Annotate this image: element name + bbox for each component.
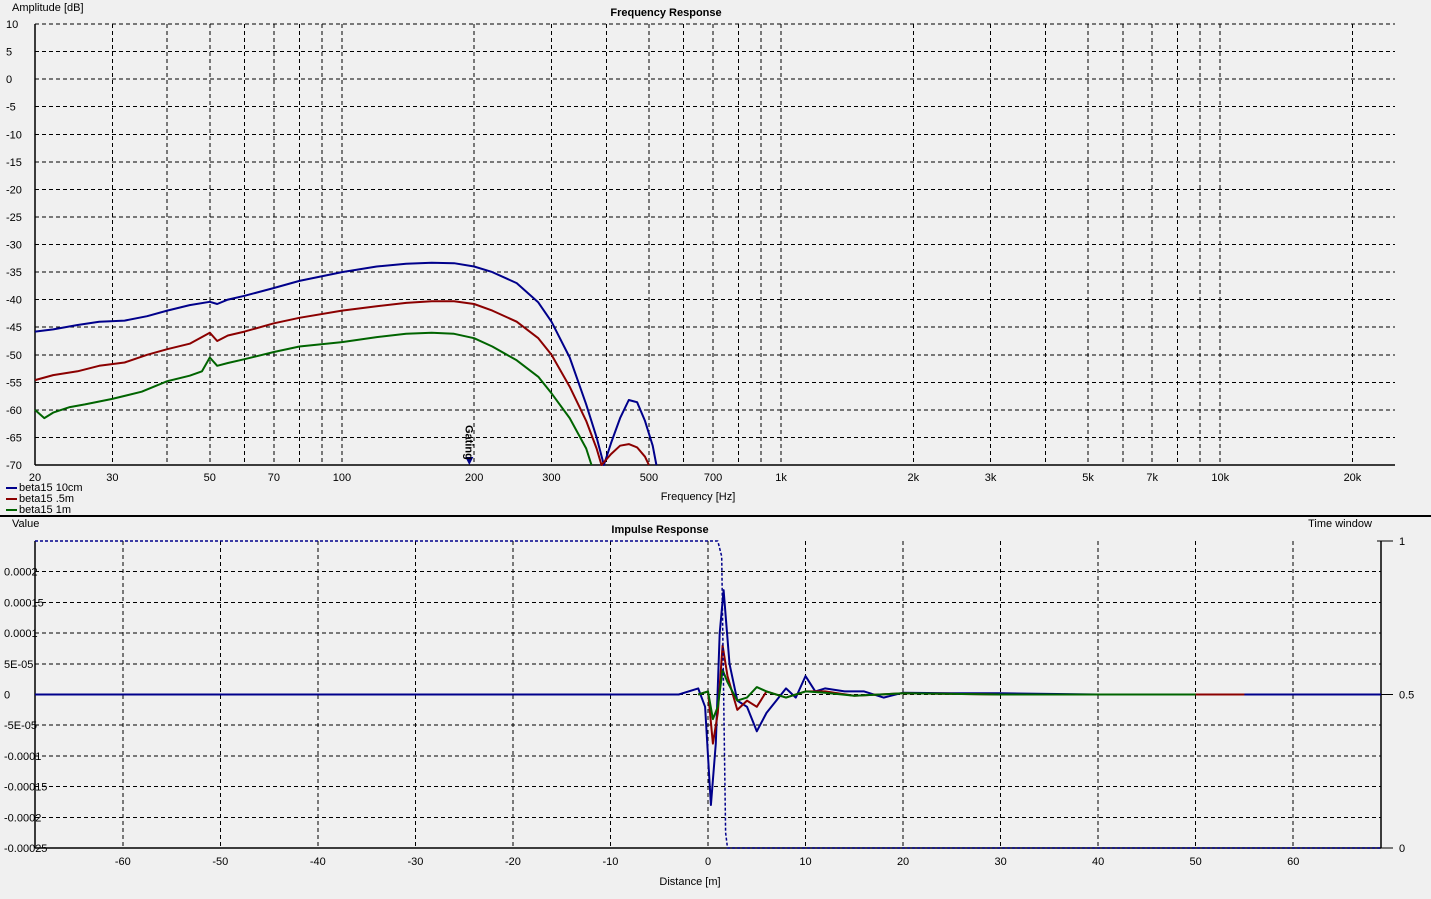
ir-x-tick-label: 50	[1190, 856, 1202, 868]
fr-y-tick-label: -65	[6, 432, 22, 444]
fr-x-tick-label: 20k	[1344, 472, 1362, 484]
fr-y-tick-label: -55	[6, 377, 22, 389]
ir-x-tick-label: 0	[705, 856, 711, 868]
ir-x-tick-label: 10	[799, 856, 811, 868]
fr-x-tick-label: 5k	[1082, 472, 1094, 484]
gating-marker-label: Gating	[462, 425, 474, 460]
fr-y-tick-label: -30	[6, 240, 22, 252]
fr-x-tick-label: 100	[333, 472, 351, 484]
fr-y-tick-label: 5	[6, 47, 12, 59]
ir-x-tick-label: 20	[897, 856, 909, 868]
fr-y-tick-label: -70	[6, 460, 22, 472]
fr-y-tick-label: -35	[6, 267, 22, 279]
fr-y-tick-label: -45	[6, 322, 22, 334]
fr-y-tick-label: -25	[6, 212, 22, 224]
ir-x-tick-label: -10	[603, 856, 619, 868]
ir-x-tick-label: -50	[212, 856, 228, 868]
ir-y-tick-label: 0	[4, 690, 10, 702]
ir-y-tick-label: 0.00015	[4, 597, 44, 609]
ir-x-tick-label: -40	[310, 856, 326, 868]
ir-y2-tick-label: 0.5	[1399, 690, 1414, 702]
fr-y-tick-label: -15	[6, 157, 22, 169]
fr-x-tick-label: 2k	[907, 472, 919, 484]
ir-y2-tick-label: 1	[1399, 536, 1405, 548]
ir-y-tick-label: 0.0002	[4, 567, 38, 579]
ir-y2-tick-label: 0	[1399, 843, 1405, 855]
ir-x-tick-label: -20	[505, 856, 521, 868]
legend-entry-label: beta15 1m	[19, 504, 71, 516]
ir-y-axis-label: Value	[12, 518, 39, 530]
ir-x-tick-label: 40	[1092, 856, 1104, 868]
fr-x-tick-label: 7k	[1146, 472, 1158, 484]
fr-x-tick-label: 10k	[1211, 472, 1229, 484]
fr-x-tick-label: 700	[704, 472, 722, 484]
ir-y-tick-label: -0.00025	[4, 843, 47, 855]
fr-x-tick-label: 1k	[775, 472, 787, 484]
arta-window: Frequency Response Amplitude [dB] Freque…	[0, 0, 1431, 899]
fr-chart-title: Frequency Response	[610, 7, 721, 19]
fr-x-tick-label: 70	[268, 472, 280, 484]
fr-y-axis-label: Amplitude [dB]	[12, 2, 84, 14]
fr-y-tick-label: -10	[6, 129, 22, 141]
fr-y-tick-label: -50	[6, 350, 22, 362]
fr-x-tick-label: 50	[204, 472, 216, 484]
ir-y-tick-label: -5E-05	[4, 720, 37, 732]
fr-y-tick-label: -40	[6, 295, 22, 307]
fr-y-tick-label: -20	[6, 184, 22, 196]
fr-y-tick-label: -5	[6, 102, 16, 114]
fr-y-tick-label: 10	[6, 19, 18, 31]
ir-x-tick-label: 60	[1287, 856, 1299, 868]
fr-y-tick-label: -60	[6, 405, 22, 417]
fr-x-tick-label: 500	[640, 472, 658, 484]
ir-chart-title: Impulse Response	[611, 524, 708, 536]
ir-y2-axis-label: Time window	[1308, 518, 1372, 530]
ir-x-axis-label: Distance [m]	[659, 876, 720, 888]
fr-x-tick-label: 3k	[985, 472, 997, 484]
fr-x-tick-label: 30	[106, 472, 118, 484]
fr-y-tick-label: 0	[6, 74, 12, 86]
ir-y-tick-label: -0.00015	[4, 782, 47, 794]
fr-x-tick-label: 300	[542, 472, 560, 484]
ir-x-tick-label: -30	[407, 856, 423, 868]
ir-x-tick-label: 30	[994, 856, 1006, 868]
ir-y-tick-label: 0.0001	[4, 628, 38, 640]
charts-canvas: Frequency Response Amplitude [dB] Freque…	[0, 2, 1431, 888]
fr-x-tick-label: 200	[465, 472, 483, 484]
fr-x-axis-label: Frequency [Hz]	[661, 491, 736, 503]
ir-x-tick-label: -60	[115, 856, 131, 868]
ir-y-tick-label: 5E-05	[4, 659, 33, 671]
